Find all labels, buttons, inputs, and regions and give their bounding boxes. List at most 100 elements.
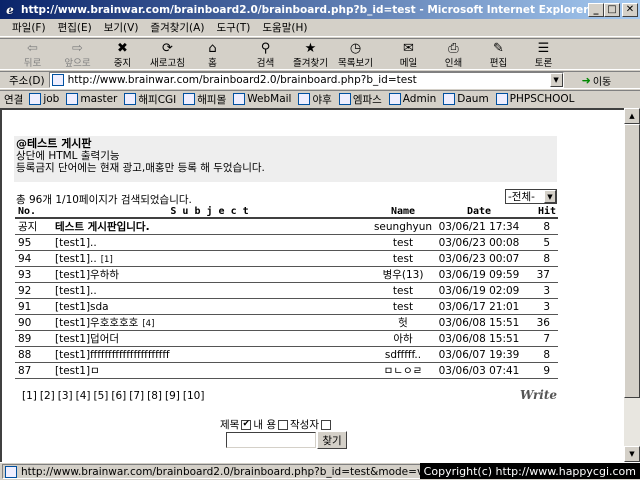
search-icon: ⚲ <box>260 40 271 56</box>
page-link[interactable]: [10] <box>183 390 205 402</box>
page-link[interactable]: [5] <box>94 390 109 402</box>
post-author[interactable]: seunghyun <box>368 218 438 235</box>
toolbar-button[interactable]: ☰ 토론 <box>521 39 566 70</box>
post-number: 87 <box>15 362 51 379</box>
post-subject-link[interactable]: [test1].. <box>55 253 97 265</box>
menu-file[interactable]: 파일(F) <box>6 20 52 35</box>
post-subject-link[interactable]: [test1]덥어더 <box>55 333 119 345</box>
post-hits: 5 <box>520 234 558 251</box>
toolbar-button[interactable]: ✖ 중지 <box>100 39 145 70</box>
address-input[interactable]: http://www.brainwar.com/brainboard2.0/br… <box>48 72 564 88</box>
toolbar-button[interactable]: ◷ 목록보기 <box>333 39 378 70</box>
notice-line: 상단에 HTML 출력기능 <box>16 150 120 162</box>
history-icon: ◷ <box>349 40 362 56</box>
post-subject-link[interactable]: [test1]ffffffffffffffffffffff <box>55 349 170 361</box>
scroll-thumb[interactable] <box>624 124 640 398</box>
post-number: 공지 <box>15 218 51 235</box>
write-button[interactable]: Write <box>520 388 557 402</box>
toolbar-button[interactable]: ⎙ 인쇄 <box>431 39 476 70</box>
close-button[interactable]: ✕ <box>622 3 638 17</box>
toolbar-button[interactable]: ⚲ 검색 <box>243 39 288 70</box>
chevron-down-icon[interactable]: ▼ <box>549 73 563 87</box>
link-label: 해피CGI <box>138 93 177 106</box>
post-date: 03/06/17 21:01 <box>438 298 520 315</box>
page-link[interactable]: [4] <box>76 390 91 402</box>
table-header: No. S u b j e c t Name Date Hit <box>15 205 558 219</box>
post-subject-link[interactable]: [test1]우호호호호 <box>55 317 138 329</box>
post-author[interactable]: ㅁㄴㅇㄹ <box>368 362 438 379</box>
post-subject-link[interactable]: [test1]우하하 <box>55 269 119 281</box>
link-item[interactable]: 야후 <box>298 92 332 107</box>
menu-tools[interactable]: 도구(T) <box>210 20 256 35</box>
post-subject-cell: [test1]ffffffffffffffffffffff <box>51 346 368 363</box>
scroll-down-icon[interactable]: ▼ <box>624 446 640 462</box>
search-author-checkbox[interactable] <box>320 419 331 430</box>
post-author[interactable]: sdfffff.. <box>368 346 438 363</box>
table-row: 90 [test1]우호호호호 [4] 헛 03/06/08 15:51 36 <box>15 314 558 331</box>
link-item[interactable]: 엠파스 <box>338 92 382 107</box>
link-item[interactable]: Admin <box>388 93 436 105</box>
toolbar-button[interactable]: ⇨ 앞으로 <box>55 39 100 70</box>
post-author[interactable]: test <box>368 234 438 251</box>
menu-favorites[interactable]: 즐겨찾기(A) <box>144 20 210 35</box>
page-link[interactable]: [1] <box>22 390 37 402</box>
link-item[interactable]: WebMail <box>233 93 291 105</box>
minimize-button[interactable]: _ <box>588 3 604 17</box>
post-subject-link[interactable]: 테스트 게시판입니다. <box>55 221 150 233</box>
vertical-scrollbar[interactable]: ▲ ▼ <box>624 108 640 462</box>
category-select[interactable]: -전체- ▼ <box>505 189 557 204</box>
post-subject-link[interactable]: [test1].. <box>55 237 97 249</box>
table-row: 88 [test1]ffffffffffffffffffffff sdfffff..… <box>15 346 558 363</box>
maximize-button[interactable]: □ <box>604 3 620 17</box>
search-content-label: 내 용 <box>253 419 276 431</box>
search-content-checkbox[interactable] <box>278 419 288 430</box>
post-author[interactable]: 헛 <box>368 314 438 331</box>
toolbar-button[interactable]: ★ 즐겨찾기 <box>288 39 333 70</box>
comment-count: [1] <box>100 254 113 265</box>
post-author[interactable]: test <box>368 298 438 315</box>
toolbar-button[interactable]: ⟳ 새로고침 <box>145 39 190 70</box>
page-link[interactable]: [3] <box>58 390 73 402</box>
toolbar-button[interactable]: ✎ 편집 <box>476 39 521 70</box>
toolbar-button[interactable]: ⌂ 홈 <box>190 39 235 70</box>
link-page-icon <box>66 93 79 105</box>
link-item[interactable]: PHPSCHOOL <box>495 93 575 105</box>
page-link[interactable]: [7] <box>129 390 144 402</box>
post-author[interactable]: 병우(13) <box>368 266 438 283</box>
post-subject-link[interactable]: [test1].. <box>55 285 97 297</box>
table-row: 92 [test1].. test 03/06/19 02:09 3 <box>15 282 558 299</box>
menu-help[interactable]: 도움말(H) <box>256 20 313 35</box>
post-author[interactable]: test <box>368 250 438 267</box>
post-number: 94 <box>15 250 51 267</box>
post-hits: 8 <box>520 250 558 267</box>
search-button[interactable]: 찾기 <box>317 431 347 449</box>
menu-view[interactable]: 보기(V) <box>98 20 145 35</box>
link-item[interactable]: master <box>66 93 117 105</box>
search-subject-checkbox[interactable]: ✔ <box>241 419 252 430</box>
link-item[interactable]: job <box>29 93 59 105</box>
post-subject-link[interactable]: [test1]sda <box>55 301 109 313</box>
page-link[interactable]: [6] <box>111 390 126 402</box>
post-author[interactable]: 아하 <box>368 330 438 347</box>
page-link[interactable]: [8] <box>147 390 162 402</box>
page-link[interactable]: [2] <box>40 390 55 402</box>
link-item[interactable]: Daum <box>443 93 489 105</box>
search-input[interactable] <box>226 432 316 448</box>
post-subject-link[interactable]: [test1]ㅁ <box>55 365 100 377</box>
status-text: http://www.brainwar.com/brainboard2.0/br… <box>21 465 421 478</box>
toolbar-button[interactable]: ✉ 메일 <box>386 39 431 70</box>
toolbar-button[interactable]: ⇦ 뒤로 <box>10 39 55 70</box>
go-button[interactable]: ➜ 이동 <box>582 73 612 88</box>
post-hits: 3 <box>520 298 558 315</box>
search-options: 제목 ✔ 내 용 작성자 <box>220 417 333 432</box>
post-subject-cell: 테스트 게시판입니다. <box>51 218 368 235</box>
page-link[interactable]: [9] <box>165 390 180 402</box>
link-item[interactable]: 해피CGI <box>124 92 176 107</box>
post-subject-cell: [test1]ㅁ <box>51 362 368 379</box>
menu-edit[interactable]: 편집(E) <box>52 20 98 35</box>
post-number: 95 <box>15 234 51 251</box>
scroll-up-icon[interactable]: ▲ <box>624 108 640 124</box>
post-author[interactable]: test <box>368 282 438 299</box>
link-page-icon <box>183 93 196 105</box>
link-item[interactable]: 해피몰 <box>183 92 226 107</box>
